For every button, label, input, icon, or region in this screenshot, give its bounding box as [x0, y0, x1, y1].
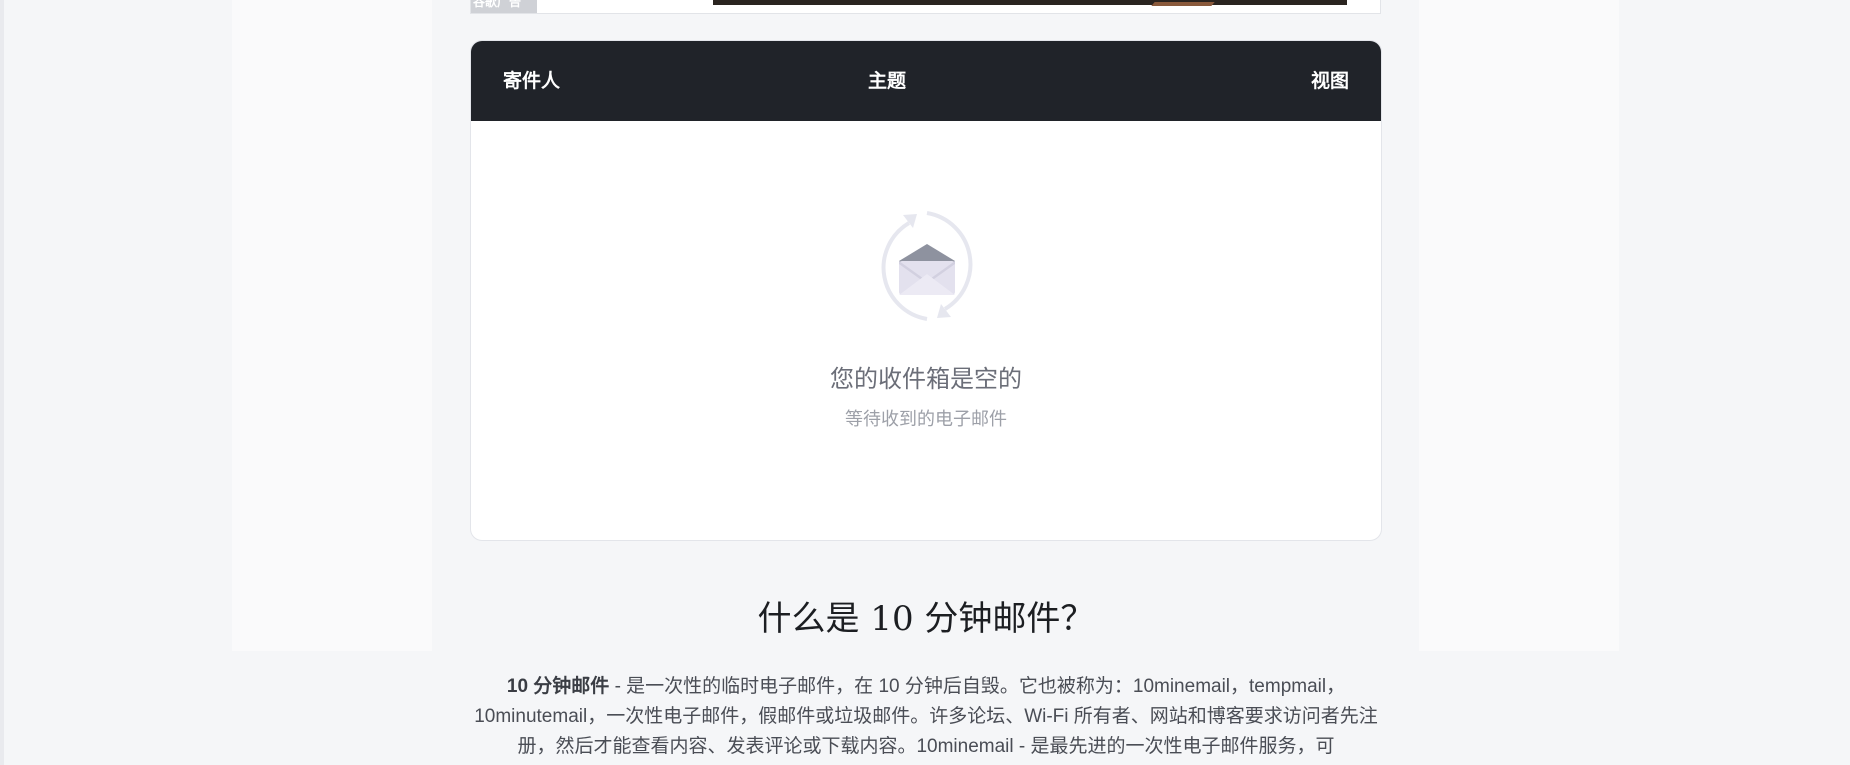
about-paragraph: 10 分钟邮件 - 是一次性的临时电子邮件，在 10 分钟后自毁。它也被称为：1…: [470, 672, 1382, 762]
inbox-panel: 寄件人 主题 视图 您的收件箱是空的 等待收到的电子邮件: [470, 40, 1382, 541]
about-body-text: - 是一次性的临时电子邮件，在 10 分钟后自毁。它也被称为：10minemai…: [474, 676, 1378, 757]
refresh-envelope-icon: [881, 211, 973, 321]
ad-image[interactable]: [713, 0, 1347, 5]
column-header-sender: 寄件人: [503, 70, 561, 92]
empty-inbox-state: 您的收件箱是空的 等待收到的电子邮件: [471, 121, 1381, 540]
google-ad-banner[interactable]: 谷歌广告: [470, 0, 1381, 14]
inbox-header: 寄件人 主题 视图: [471, 41, 1381, 121]
ad-label: 谷歌广告: [471, 0, 537, 13]
empty-inbox-subtitle: 等待收到的电子邮件: [845, 409, 1007, 430]
left-ad-area: [232, 0, 432, 651]
column-header-subject: 主题: [868, 70, 907, 92]
page-left-edge: [0, 0, 4, 765]
right-ad-area: [1419, 0, 1619, 651]
column-header-view: 视图: [1310, 70, 1349, 92]
about-lead-bold: 10 分钟邮件: [506, 676, 610, 697]
about-heading: 什么是 10 分钟邮件？: [757, 599, 1095, 639]
empty-inbox-title: 您的收件箱是空的: [830, 365, 1022, 393]
